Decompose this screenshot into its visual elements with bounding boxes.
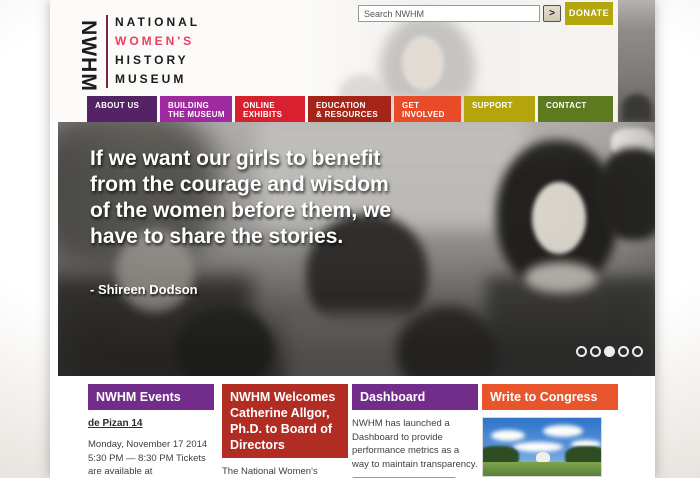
- carousel-dot-5[interactable]: [632, 346, 643, 357]
- card-body: Monday, November 17 2014 5:30 PM — 8:30 …: [88, 438, 214, 478]
- card-title: Write to Congress: [482, 384, 618, 410]
- donate-button[interactable]: DONATE: [565, 2, 613, 25]
- carousel-dot-3-active[interactable]: [604, 346, 615, 357]
- logo-divider: [106, 15, 108, 88]
- nav-label: ABOUT US: [95, 101, 157, 110]
- content-wrapper: NWHM NATIONAL WOMEN'S HISTORY MUSEUM > D…: [50, 0, 655, 478]
- photo-capitol-dome: [536, 452, 550, 462]
- card-nwhm-events: NWHM Events de Pizan 14 Monday, November…: [88, 384, 214, 478]
- main-nav: ABOUT US BUILDING THE MUSEUM ONLINE EXHI…: [87, 96, 613, 122]
- logo-word-history: HISTORY: [115, 51, 200, 70]
- photo-strip: [618, 0, 655, 122]
- card-body: The National Women's History Museum toda…: [222, 465, 348, 478]
- nav-label: THE MUSEUM: [168, 110, 232, 119]
- photo-cloud: [513, 442, 563, 452]
- nav-label: ONLINE: [243, 101, 305, 110]
- nav-label: EXHIBITS: [243, 110, 305, 119]
- nav-item-about-us[interactable]: ABOUT US: [87, 96, 157, 122]
- capitol-mall-photo[interactable]: [482, 417, 602, 477]
- logo-wordmark[interactable]: NATIONAL WOMEN'S HISTORY MUSEUM: [115, 13, 200, 89]
- search-input[interactable]: [358, 5, 540, 22]
- card-title: NWHM Welcomes Catherine Allgor, Ph.D. to…: [222, 384, 348, 458]
- photo-shape: [402, 36, 444, 90]
- nav-item-online-exhibits[interactable]: ONLINE EXHIBITS: [235, 96, 305, 122]
- hero-quote-attribution: - Shireen Dodson: [90, 282, 198, 297]
- card-title: NWHM Events: [88, 384, 214, 410]
- photo-lawn: [483, 462, 602, 476]
- carousel-dots: [576, 346, 643, 357]
- footer-cards: NWHM Events de Pizan 14 Monday, November…: [50, 376, 655, 478]
- search-submit-button[interactable]: >: [543, 5, 561, 22]
- nwhm-homepage: NWHM NATIONAL WOMEN'S HISTORY MUSEUM > D…: [0, 0, 700, 478]
- logo-word-museum: MUSEUM: [115, 70, 200, 89]
- nav-item-building-the-museum[interactable]: BUILDING THE MUSEUM: [160, 96, 232, 122]
- nav-item-support[interactable]: SUPPORT: [464, 96, 535, 122]
- logo-word-national: NATIONAL: [115, 13, 200, 32]
- event-link[interactable]: de Pizan 14: [88, 418, 142, 429]
- card-title: Dashboard: [352, 384, 478, 410]
- card-body: NWHM has launched a Dashboard to provide…: [352, 417, 478, 471]
- photo-cloud: [543, 425, 583, 437]
- card-nwhm-welcomes: NWHM Welcomes Catherine Allgor, Ph.D. to…: [222, 384, 348, 478]
- hero-carousel-slide: If we want our girls to benefit from the…: [58, 122, 655, 376]
- carousel-dot-1[interactable]: [576, 346, 587, 357]
- card-dashboard: Dashboard NWHM has launched a Dashboard …: [352, 384, 478, 478]
- hero-quote: If we want our girls to benefit from the…: [90, 146, 395, 250]
- photo-cloud: [491, 430, 525, 441]
- nav-label: BUILDING: [168, 101, 232, 110]
- carousel-dot-2[interactable]: [590, 346, 601, 357]
- nav-item-contact[interactable]: CONTACT: [538, 96, 613, 122]
- site-header: NWHM NATIONAL WOMEN'S HISTORY MUSEUM > D…: [50, 0, 655, 122]
- nav-label: SUPPORT: [472, 101, 535, 110]
- nav-label: & RESOURCES: [316, 110, 391, 119]
- nav-label: EDUCATION: [316, 101, 391, 110]
- logo-word-womens: WOMEN'S: [115, 32, 200, 51]
- card-write-to-congress: Write to Congress: [482, 384, 618, 477]
- carousel-dot-4[interactable]: [618, 346, 629, 357]
- nav-label: GET INVOLVED: [402, 101, 461, 119]
- nav-item-education-resources[interactable]: EDUCATION & RESOURCES: [308, 96, 391, 122]
- nav-label: CONTACT: [546, 101, 613, 110]
- nwhm-vertical-logo[interactable]: NWHM: [76, 18, 100, 94]
- nav-item-get-involved[interactable]: GET INVOLVED: [394, 96, 461, 122]
